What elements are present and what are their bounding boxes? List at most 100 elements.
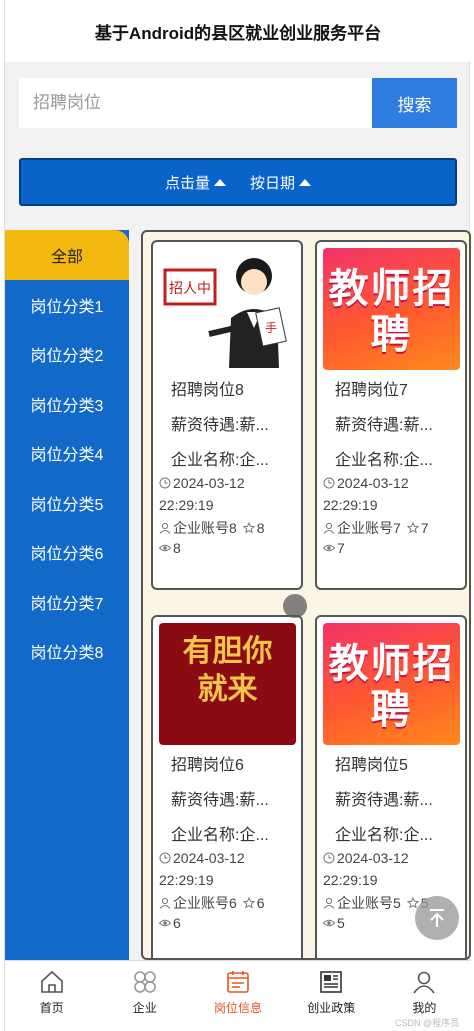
job-salary: 薪资待遇:薪... [171, 792, 269, 809]
job-time: 22:29:19 [159, 497, 214, 513]
title-bar: 基于Android的县区就业创业服务平台 [5, 0, 471, 62]
sidebar-item-category-3[interactable]: 岗位分类3 [5, 379, 129, 429]
job-stars: 6 [256, 895, 265, 911]
sidebar-item-all[interactable]: 全部 [5, 230, 129, 280]
job-views: 7 [337, 540, 345, 556]
job-date-row: 2024-03-12 [159, 850, 245, 866]
clock-icon [159, 852, 171, 864]
job-date: 2024-03-12 [337, 850, 409, 866]
job-account-row: 企业账号7 7 [323, 518, 428, 538]
job-date: 2024-03-12 [173, 475, 245, 491]
job-card[interactable]: 招人中 手 招聘岗位8 薪资待遇:薪... 企业名称:企... 2024-03-… [151, 240, 303, 590]
job-image: 招人中 手 [159, 248, 296, 370]
sidebar-item-category-5[interactable]: 岗位分类5 [5, 478, 129, 528]
app-screen: 基于Android的县区就业创业服务平台 搜索 点击量 按日期 全部 岗位分类1… [4, 0, 471, 1031]
newspaper-icon [320, 971, 343, 993]
job-card[interactable]: 有胆你就来 招聘岗位6 薪资待遇:薪... 企业名称:企... 2024-03-… [151, 615, 303, 958]
job-time: 22:29:19 [159, 872, 214, 888]
user-icon [159, 522, 171, 534]
clock-icon [323, 852, 335, 864]
back-to-top-button[interactable] [415, 896, 459, 940]
tab-home[interactable]: 首页 [5, 961, 98, 1031]
sort-by-clicks-label: 点击量 [164, 174, 210, 192]
job-date-row: 2024-03-12 [323, 475, 409, 491]
sort-bar: 点击量 按日期 [19, 158, 457, 206]
tab-enterprise-label: 企业 [132, 1001, 157, 1015]
job-account-row: 企业账号8 8 [159, 518, 264, 538]
job-company: 企业名称:企... [335, 827, 433, 844]
tab-mine-label: 我的 [412, 1001, 437, 1015]
job-image: 教师招聘 [323, 248, 460, 370]
eye-icon [159, 919, 171, 927]
sidebar-item-category-4[interactable]: 岗位分类4 [5, 429, 129, 479]
job-account-row: 企业账号5 5 [323, 893, 428, 913]
job-company: 企业名称:企... [335, 452, 433, 469]
sidebar-item-category-1[interactable]: 岗位分类1 [5, 280, 129, 330]
job-card[interactable]: 教师招聘 招聘岗位7 薪资待遇:薪... 企业名称:企... 2024-03-1… [315, 240, 467, 590]
job-image: 有胆你就来 [159, 623, 296, 745]
star-icon [242, 897, 255, 909]
eye-icon [159, 544, 171, 552]
job-views-row: 5 [323, 915, 345, 931]
sidebar-item-category-8[interactable]: 岗位分类8 [5, 627, 129, 677]
sort-up-icon [214, 178, 226, 186]
home-icon [40, 970, 63, 993]
star-icon [406, 522, 419, 534]
job-views-row: 7 [323, 540, 345, 556]
calendar-icon [227, 971, 249, 993]
job-time: 22:29:19 [323, 497, 378, 513]
watermark: CSDN @程序员gaqq [395, 1018, 460, 1031]
eye-icon [323, 544, 335, 552]
job-date-row: 2024-03-12 [323, 850, 409, 866]
job-account: 企业账号5 [337, 895, 401, 911]
scroll-indicator[interactable] [283, 594, 307, 618]
job-account-row: 企业账号6 6 [159, 893, 264, 913]
star-icon [242, 522, 255, 534]
job-title: 招聘岗位5 [335, 757, 408, 774]
category-sidebar: 全部 岗位分类1 岗位分类2 岗位分类3 岗位分类4 岗位分类5 岗位分类6 岗… [5, 230, 129, 960]
grid-icon [133, 971, 156, 993]
sort-by-date[interactable]: 按日期 [250, 172, 312, 193]
user-icon [159, 897, 171, 909]
sort-by-clicks[interactable]: 点击量 [165, 172, 226, 193]
job-views-row: 8 [159, 540, 181, 556]
clock-icon [159, 477, 171, 489]
eye-icon [323, 919, 335, 927]
tab-job-info[interactable]: 岗位信息 [191, 961, 284, 1031]
sidebar-item-category-2[interactable]: 岗位分类2 [5, 330, 129, 380]
search-button[interactable]: 搜索 [372, 78, 457, 128]
user-icon [413, 971, 436, 994]
job-account: 企业账号6 [173, 895, 237, 911]
search-bar: 搜索 [19, 78, 457, 128]
tab-enterprise[interactable]: 企业 [98, 961, 191, 1031]
tab-policy[interactable]: 创业政策 [285, 961, 378, 1031]
job-views: 5 [337, 915, 345, 931]
page-title: 基于Android的县区就业创业服务平台 [94, 23, 382, 43]
user-icon [323, 522, 335, 534]
job-views-row: 6 [159, 915, 181, 931]
job-account: 企业账号8 [173, 520, 237, 536]
search-input[interactable] [19, 78, 372, 128]
tab-policy-label: 创业政策 [307, 1001, 356, 1015]
job-time: 22:29:19 [323, 872, 378, 888]
poster-text: 有胆你就来 [182, 634, 273, 707]
job-stars: 8 [256, 520, 265, 536]
tab-home-label: 首页 [39, 1001, 64, 1015]
job-title: 招聘岗位7 [335, 382, 408, 399]
sort-up-icon [299, 178, 312, 186]
clock-icon [323, 477, 335, 489]
job-list: 招人中 手 招聘岗位8 薪资待遇:薪... 企业名称:企... 2024-03-… [141, 230, 471, 960]
job-views: 6 [173, 915, 181, 931]
job-image: 教师招聘 [323, 623, 460, 745]
sort-by-date-label: 按日期 [250, 174, 296, 192]
sidebar-item-category-7[interactable]: 岗位分类7 [5, 577, 129, 627]
sidebar-item-category-6[interactable]: 岗位分类6 [5, 528, 129, 578]
job-company: 企业名称:企... [171, 452, 269, 469]
job-date: 2024-03-12 [173, 850, 245, 866]
job-salary: 薪资待遇:薪... [335, 792, 433, 809]
job-account: 企业账号7 [337, 520, 401, 536]
job-stars: 7 [420, 520, 429, 536]
job-salary: 薪资待遇:薪... [171, 417, 269, 434]
job-company: 企业名称:企... [171, 827, 269, 844]
job-views: 8 [173, 540, 181, 556]
